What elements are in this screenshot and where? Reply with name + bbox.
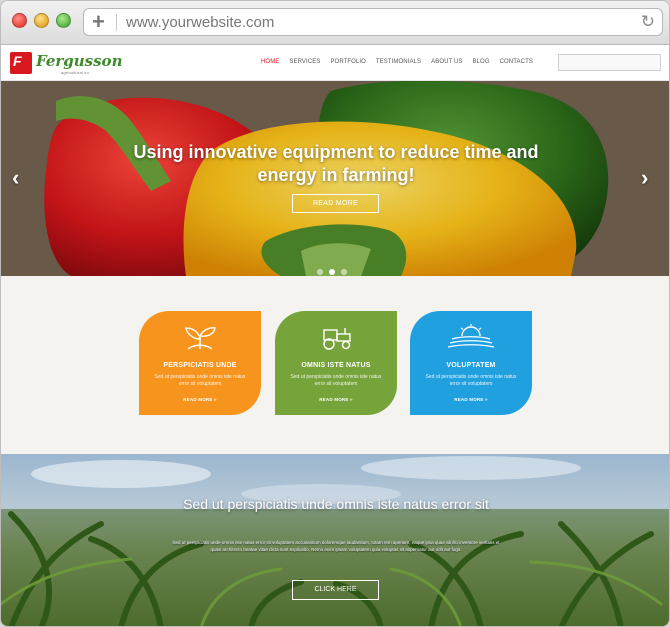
reload-icon[interactable]: ↻ <box>641 12 655 32</box>
service-title-1: PERSPICIATIS UNDE <box>163 362 237 369</box>
address-bar[interactable]: + www.yourwebsite.com ↻ <box>83 8 663 36</box>
hero-title: Using innovative equipment to reduce tim… <box>133 142 539 185</box>
nav-blog[interactable]: BLOG <box>473 59 490 65</box>
service-read-more-2[interactable]: READ MORE » <box>275 397 397 402</box>
nav-testimonials[interactable]: TESTIMONIALS <box>376 59 421 65</box>
search-input[interactable] <box>558 54 661 71</box>
banner-text: Sed ut perspiciatis unde omnis iste natu… <box>172 540 500 552</box>
url-text[interactable]: www.yourwebsite.com <box>126 14 274 31</box>
cornfield-banner: Sed ut perspiciatis unde omnis iste natu… <box>1 454 669 626</box>
sprout-icon <box>185 327 216 350</box>
service-read-more-3[interactable]: READ MORE » <box>410 397 532 402</box>
service-title-2: OMNIS ISTE NATUS <box>301 362 371 369</box>
main-menu: HOME SERVICES PORTFOLIO TESTIMONIALS ABO… <box>261 59 543 65</box>
hero-read-more-button[interactable]: READ MORE <box>292 194 379 213</box>
service-card-2[interactable]: OMNIS ISTE NATUS Sed ut perspiciatis und… <box>275 311 397 415</box>
service-card-3[interactable]: VOLUPTATEM Sed ut perspiciatis unde omni… <box>410 311 532 415</box>
brand-tagline: agricultural co. <box>61 70 91 75</box>
maximize-window-button[interactable] <box>56 13 71 28</box>
browser-window: + www.yourwebsite.com ↻ F Fergusson agri… <box>0 0 670 627</box>
service-text-3: Sed ut perspiciatis unde omnis iste natu… <box>425 374 517 387</box>
service-text-2: Sed ut perspiciatis unde omnis iste natu… <box>290 374 382 387</box>
slider-dot-2[interactable] <box>329 269 335 275</box>
browser-toolbar: + www.yourwebsite.com ↻ <box>1 1 669 45</box>
brand-name[interactable]: Fergusson <box>36 52 122 70</box>
service-card-1[interactable]: PERSPICIATIS UNDE Sed ut perspiciatis un… <box>139 311 261 415</box>
service-text-1: Sed ut perspiciatis unde omnis iste natu… <box>154 374 246 387</box>
banner-title: Sed ut perspiciatis unde omnis iste natu… <box>183 496 489 512</box>
tractor-icon <box>323 328 351 350</box>
address-divider <box>116 14 117 31</box>
minimize-window-button[interactable] <box>34 13 49 28</box>
logo-icon[interactable]: F <box>10 52 32 74</box>
nav-contacts[interactable]: CONTACTS <box>500 59 533 65</box>
new-tab-icon[interactable]: + <box>92 10 105 34</box>
service-read-more-1[interactable]: READ MORE » <box>139 397 261 402</box>
sunrise-field-icon <box>447 324 495 348</box>
slider-pagination <box>317 262 353 276</box>
close-window-button[interactable] <box>12 13 27 28</box>
hero-slider: ‹ › Using innovative equipment to reduce… <box>1 81 669 276</box>
nav-services[interactable]: SERVICES <box>289 59 320 65</box>
nav-portfolio[interactable]: PORTFOLIO <box>330 59 365 65</box>
slider-next-button[interactable]: › <box>641 165 648 191</box>
services-section: PERSPICIATIS UNDE Sed ut perspiciatis un… <box>1 276 669 454</box>
nav-home[interactable]: HOME <box>261 59 279 65</box>
slider-dot-3[interactable] <box>341 269 347 275</box>
slider-dot-1[interactable] <box>317 269 323 275</box>
banner-click-here-button[interactable]: CLICK HERE <box>292 580 379 600</box>
nav-about-us[interactable]: ABOUT US <box>431 59 462 65</box>
slider-prev-button[interactable]: ‹ <box>12 165 19 191</box>
site-header: F Fergusson agricultural co. HOME SERVIC… <box>1 45 669 81</box>
service-title-3: VOLUPTATEM <box>446 362 496 369</box>
